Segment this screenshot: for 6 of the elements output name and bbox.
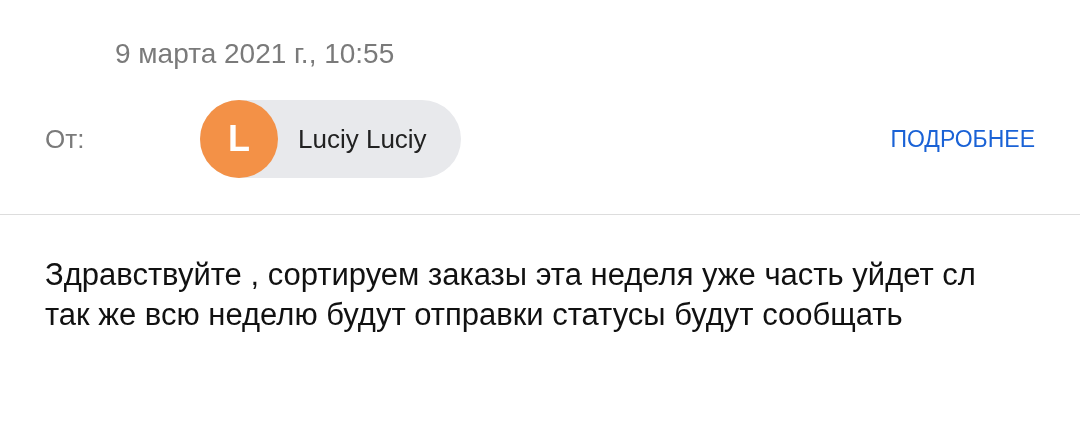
message-body: Здравствуйте , сортируем заказы эта неделя уже часть уйдет сл так же всю неделю будут отправки статусы будут сообщать [45, 256, 977, 334]
details-link[interactable]: ПОДРОБНЕЕ [890, 125, 1035, 153]
sender-chip[interactable]: L Luciy Luciy [200, 100, 461, 178]
message-date: 9 марта 2021 г., 10:55 [115, 38, 395, 70]
sender-avatar: L [200, 100, 278, 178]
from-label: От: [45, 123, 86, 155]
